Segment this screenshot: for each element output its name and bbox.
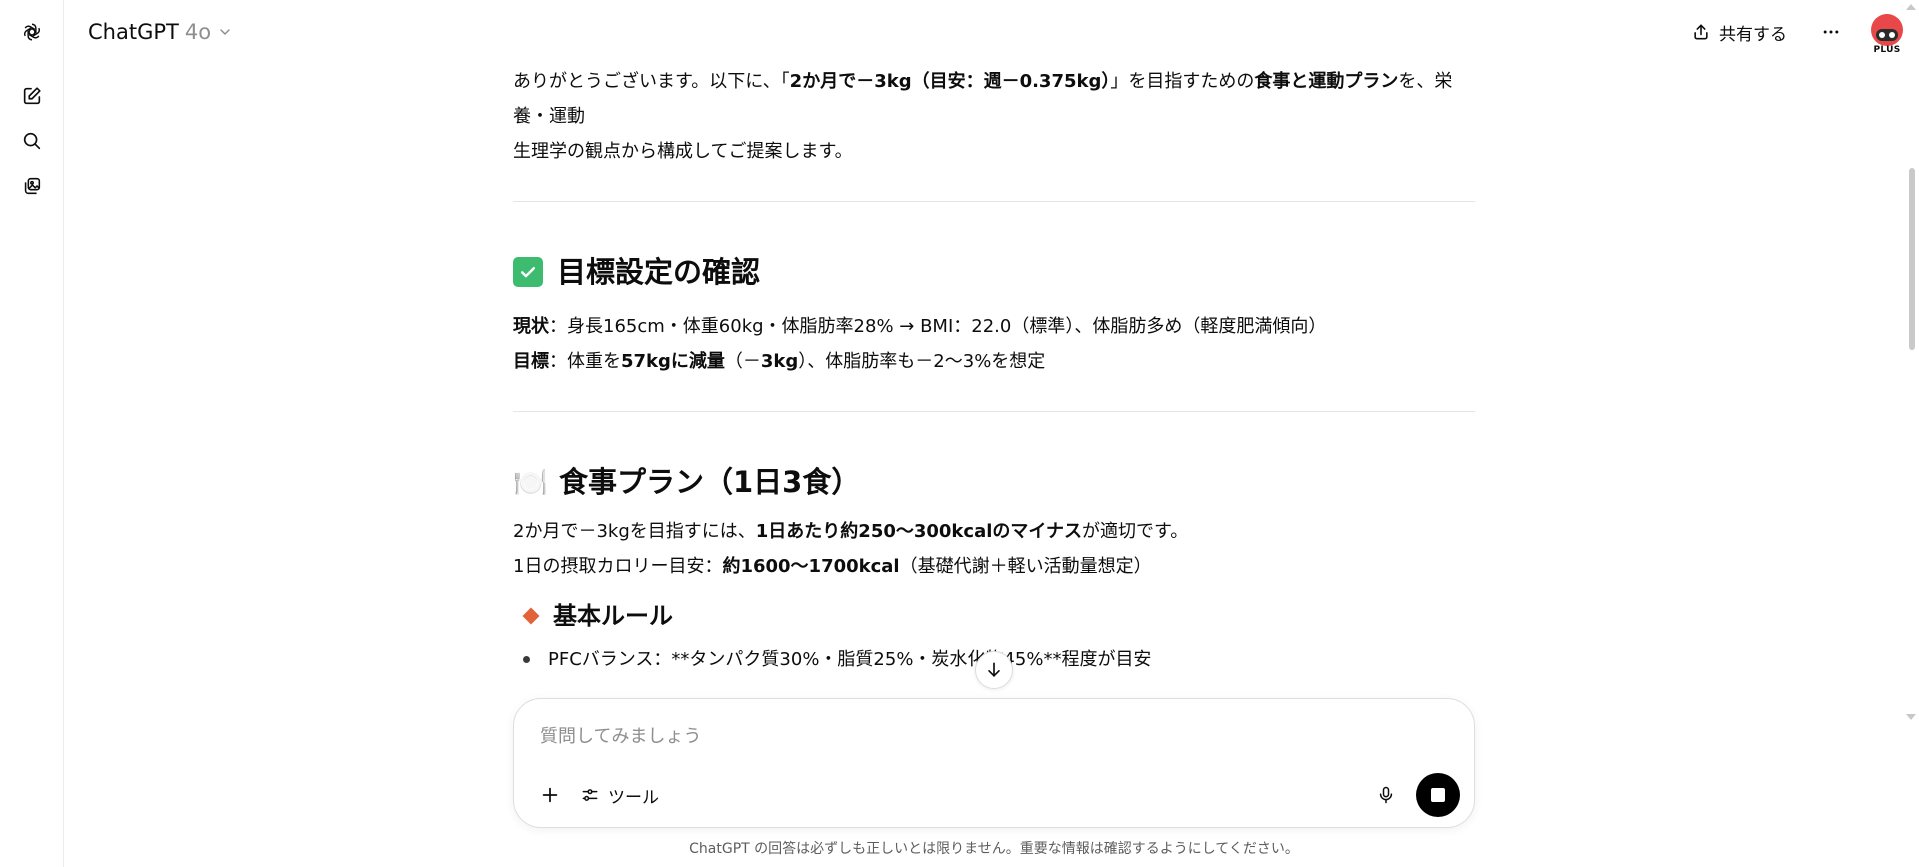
user-avatar[interactable]: PLUS [1869, 14, 1905, 55]
scroll-up-arrow-icon[interactable] [1906, 4, 1916, 10]
openai-logo-icon[interactable] [16, 16, 48, 48]
footer-disclaimer: ChatGPT の回答は必ずしも正しいとは限りません。重要な情報は確認するように… [689, 841, 1299, 857]
sidebar [0, 0, 64, 867]
assistant-message: ありがとうございます。以下に、「2か月で－3kg（目安：週－0.375kg）」を… [513, 60, 1475, 677]
attach-button[interactable] [532, 777, 568, 813]
chevron-down-icon [220, 29, 230, 36]
calorie-intake-line: 1日の摂取カロリー目安：約1600〜1700kcal（基礎代謝＋軽い活動量想定） [513, 556, 1152, 577]
model-selector[interactable]: ChatGPT 4o [88, 16, 233, 48]
bullet-dot [523, 656, 530, 663]
new-chat-icon[interactable] [16, 80, 48, 112]
scrollbar-thumb[interactable] [1909, 168, 1915, 350]
plan-badge: PLUS [1873, 45, 1901, 55]
search-icon[interactable] [16, 125, 48, 157]
arrow-down-icon [988, 662, 1000, 677]
top-header: ChatGPT 4o 共有する PLUS [64, 0, 1919, 64]
share-upload-icon [1694, 24, 1708, 40]
stop-icon [1431, 788, 1445, 802]
intro-paragraph: ありがとうございます。以下に、「2か月で－3kg（目安：週－0.375kg）」を… [513, 71, 1453, 162]
subsection-heading-basic-rules: 基本ルール [513, 598, 1475, 634]
sliders-icon [582, 789, 598, 801]
more-options-button[interactable] [1815, 16, 1847, 48]
share-button[interactable]: 共有する [1691, 16, 1787, 48]
divider [513, 201, 1475, 202]
microphone-icon [1379, 786, 1393, 804]
share-label: 共有する [1719, 24, 1787, 45]
section-heading-meal-plan: 🍽️ 食事プラン（1日3食） [513, 464, 861, 499]
stop-generating-button[interactable] [1416, 773, 1460, 817]
check-mark-icon [513, 257, 543, 287]
library-images-icon[interactable] [16, 170, 48, 202]
prompt-input[interactable] [540, 719, 1340, 753]
dictate-button[interactable] [1370, 779, 1402, 811]
plate-cutlery-icon: 🍽️ [513, 465, 548, 499]
current-status-line: 現状：身長165cm・体重60kg・体脂肪率28% → BMI：22.0（標準）… [513, 316, 1327, 337]
scroll-down-arrow-icon[interactable] [1906, 714, 1916, 720]
scroll-to-bottom-button[interactable] [975, 651, 1013, 689]
ellipsis-icon [1823, 30, 1839, 34]
message-composer: ツール [513, 698, 1475, 828]
orange-diamond-icon [522, 607, 540, 625]
avatar-image [1871, 14, 1903, 46]
divider [513, 411, 1475, 412]
page-scrollbar[interactable] [1905, 0, 1919, 867]
plus-icon [542, 787, 558, 803]
model-version: 4o [184, 20, 212, 44]
section-heading-goal: 目標設定の確認 [513, 252, 1475, 292]
goal-line: 目標：体重を57kgに減量（－3kg）、体脂肪率も－2〜3%を想定 [513, 351, 1046, 372]
app-name: ChatGPT [88, 20, 179, 44]
tools-label: ツール [608, 787, 659, 808]
calorie-deficit-line: 2か月で－3kgを目指すには、1日あたり約250〜300kcalのマイナスが適切… [513, 521, 1189, 542]
tools-button[interactable]: ツール [580, 779, 659, 811]
